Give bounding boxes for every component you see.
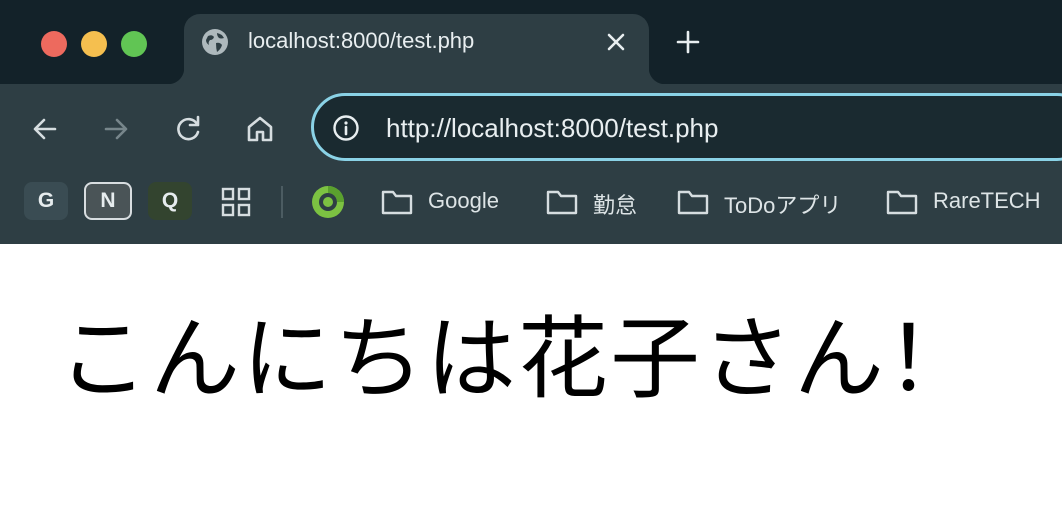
- window-close-button[interactable]: [41, 31, 67, 57]
- home-icon[interactable]: [243, 112, 277, 146]
- bookmark-n[interactable]: N: [84, 182, 132, 220]
- bookmark-g[interactable]: G: [24, 182, 68, 220]
- folder-icon: [381, 190, 413, 215]
- window-maximize-button[interactable]: [121, 31, 147, 57]
- browser-chrome: localhost:8000/test.php http://localhost…: [0, 0, 1062, 244]
- folder-icon: [677, 190, 709, 215]
- reload-icon[interactable]: [171, 112, 205, 146]
- bookmark-folder-label: RareTECH: [933, 188, 1041, 213]
- address-bar[interactable]: http://localhost:8000/test.php: [311, 93, 1062, 161]
- folder-icon: [886, 190, 918, 215]
- globe-icon: [202, 29, 228, 55]
- info-icon[interactable]: [332, 114, 360, 142]
- forward-arrow-icon[interactable]: [99, 112, 133, 146]
- bookmark-folder-label: Google: [428, 188, 499, 213]
- green-circle-logo-icon[interactable]: [310, 184, 346, 220]
- bookmark-folder-google[interactable]: Google: [380, 185, 520, 219]
- tab-active[interactable]: localhost:8000/test.php: [168, 14, 665, 84]
- bookmark-folder-label: 勤怠: [593, 193, 638, 218]
- greeting-heading: こんにちは花子さん！: [58, 307, 978, 412]
- apps-grid-icon[interactable]: [219, 185, 253, 219]
- bookmark-q[interactable]: Q: [148, 182, 192, 220]
- bookmark-folder-kintai[interactable]: 勤怠: [545, 185, 655, 219]
- page-content: こんにちは花子さん！: [0, 244, 1062, 528]
- bookmark-folder-label: ToDoアプリ: [724, 193, 842, 218]
- tab-title: localhost:8000/test.php: [248, 28, 475, 53]
- new-tab-plus-icon[interactable]: [674, 28, 702, 56]
- bookmark-folder-raretech[interactable]: RareTECH: [885, 185, 1062, 219]
- address-url[interactable]: http://localhost:8000/test.php: [386, 113, 718, 144]
- close-icon[interactable]: [604, 30, 628, 54]
- bookmark-folder-todo-app[interactable]: ToDoアプリ: [676, 185, 866, 219]
- window-minimize-button[interactable]: [81, 31, 107, 57]
- bookmarks-divider: [281, 186, 283, 218]
- tab-strip: localhost:8000/test.php: [0, 0, 1062, 84]
- folder-icon: [546, 190, 578, 215]
- back-arrow-icon[interactable]: [28, 112, 62, 146]
